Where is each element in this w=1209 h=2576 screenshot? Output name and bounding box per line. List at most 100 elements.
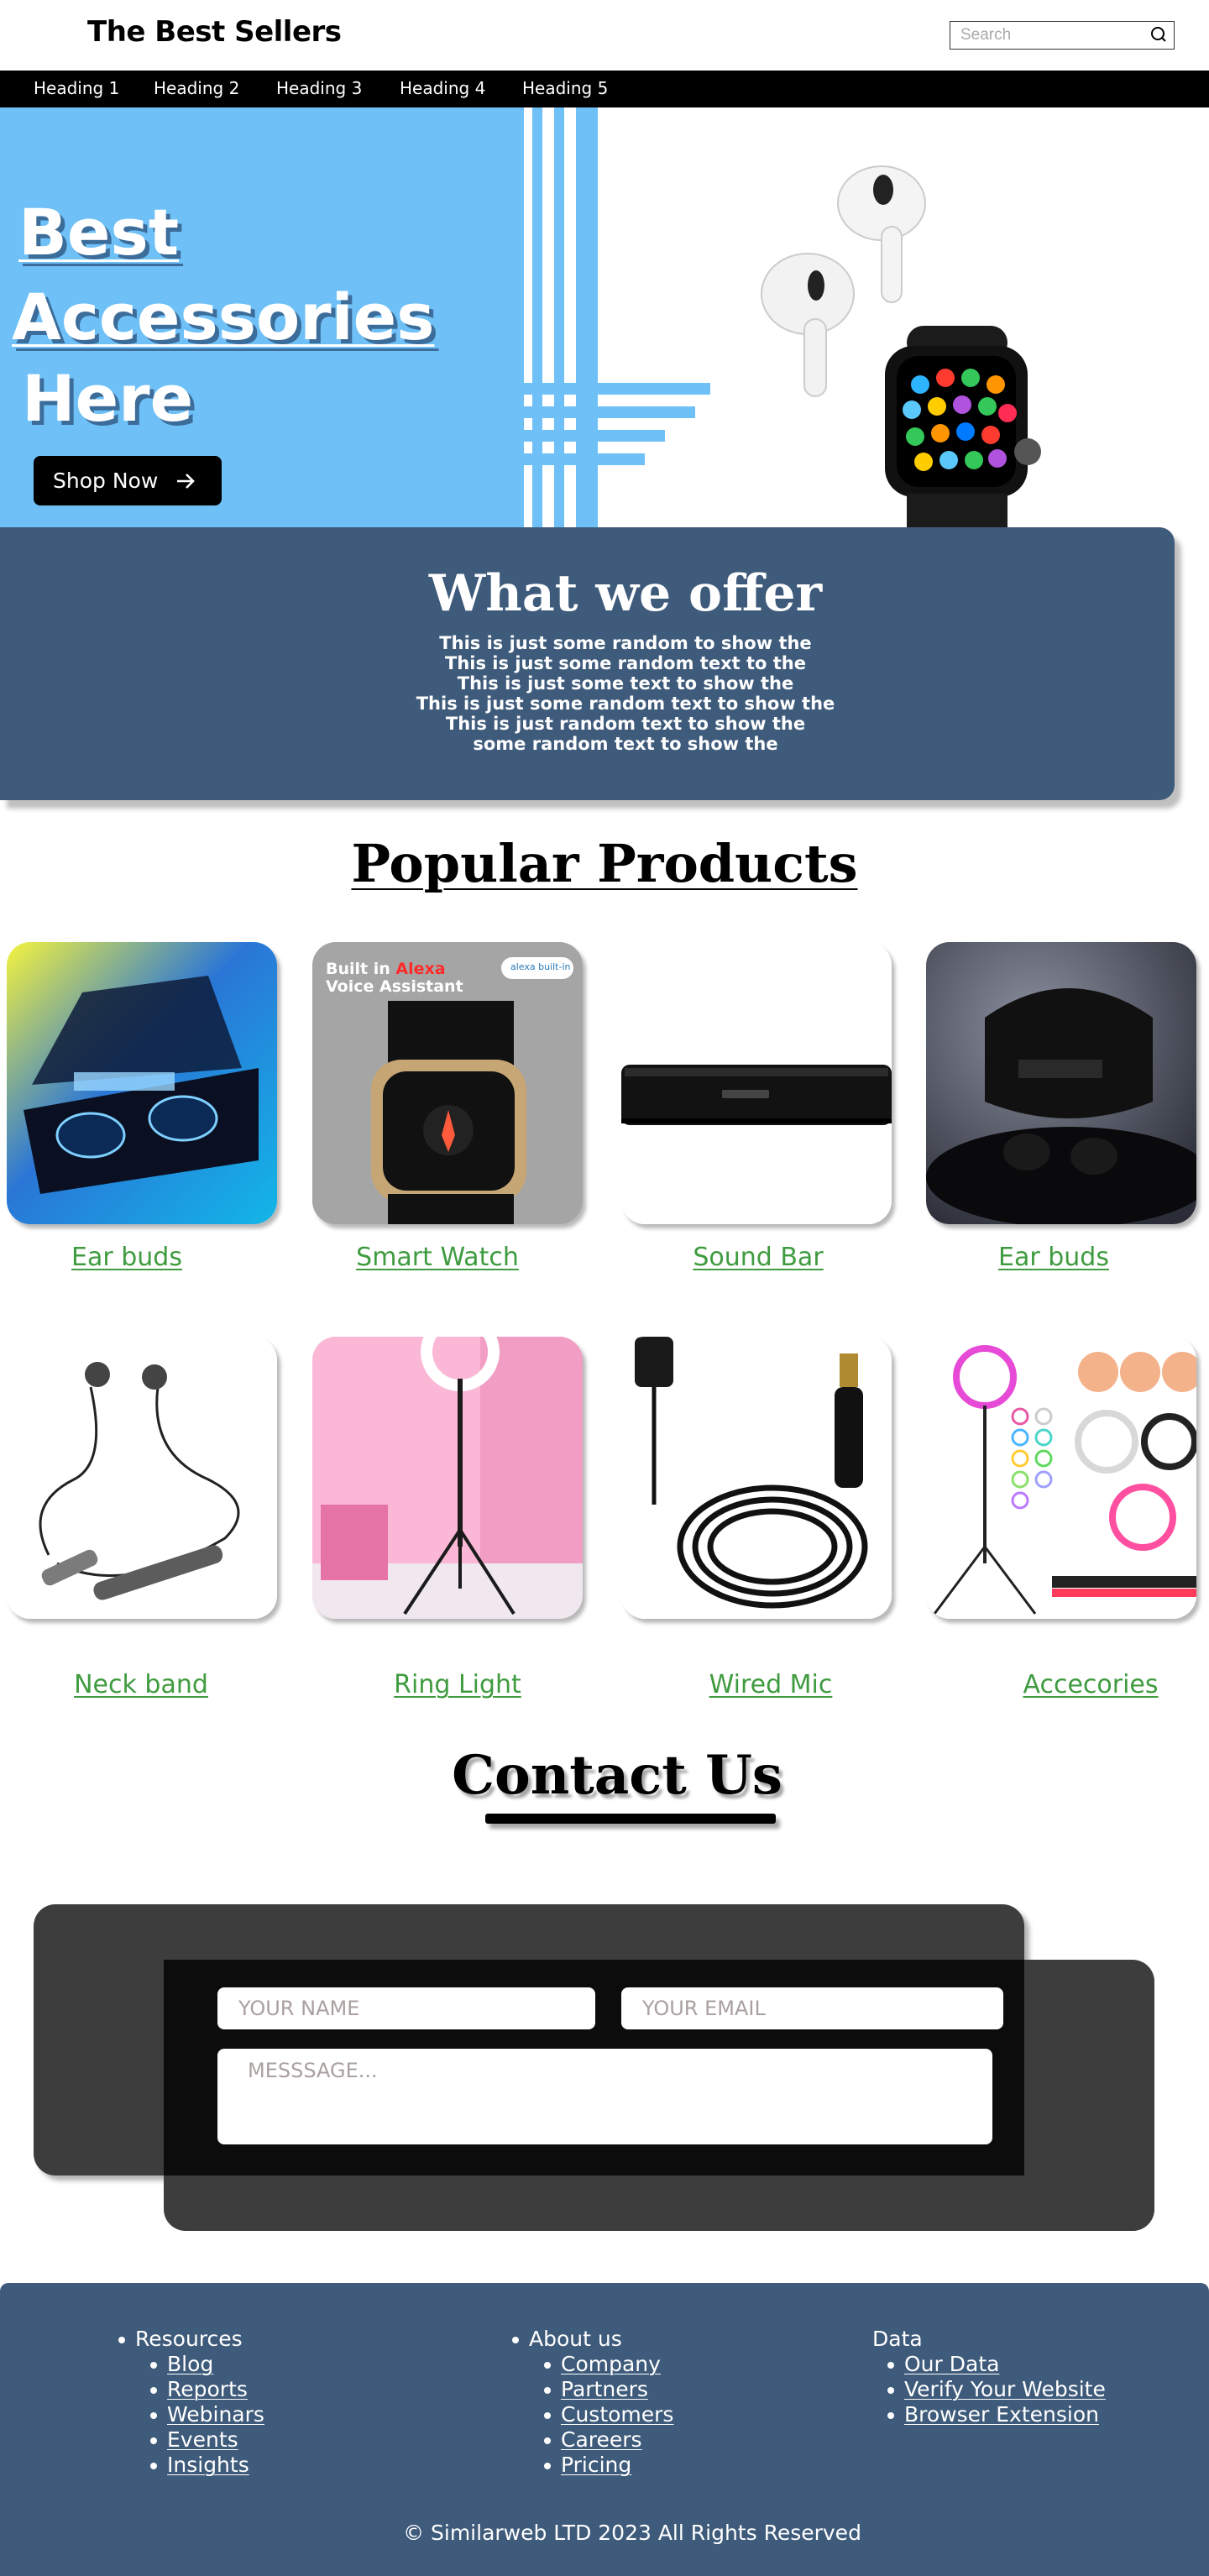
- footer-link-blog[interactable]: Blog: [167, 2352, 264, 2377]
- brand-logo-text[interactable]: The Best Sellers: [87, 15, 342, 49]
- alexa-badge: alexa built-in: [510, 961, 571, 972]
- earbuds-dock-image: [926, 942, 1196, 1224]
- footer-link-events[interactable]: Events: [167, 2427, 264, 2453]
- product-card-neck-band[interactable]: [7, 1337, 277, 1619]
- bullet-icon: [544, 2463, 551, 2469]
- decor-bar: [497, 453, 645, 465]
- footer-link-customers[interactable]: Customers: [561, 2402, 673, 2427]
- wired-mic-image: [621, 1337, 892, 1619]
- bullet-icon: [150, 2463, 157, 2469]
- search-input[interactable]: [950, 22, 1144, 48]
- smartwatch-hero-image: [885, 326, 1041, 527]
- bullet-icon: [887, 2412, 894, 2419]
- bullet-icon: [544, 2412, 551, 2419]
- footer-column-data: Data Our Data Verify Your Website Browse…: [872, 2327, 1106, 2427]
- decor-bar: [497, 383, 710, 395]
- product-label-accessories[interactable]: Accecories: [926, 1670, 1209, 1699]
- footer-link-insights[interactable]: Insights: [167, 2453, 264, 2478]
- bullet-icon: [512, 2337, 519, 2343]
- footer-column-resources: Resources Blog Reports Webinars Events I…: [118, 2327, 264, 2478]
- offer-section: What we offer This is just some random t…: [0, 527, 1175, 800]
- top-nav: Heading 1 Heading 2 Heading 3 Heading 4 …: [0, 71, 1209, 107]
- footer-heading: Data: [872, 2327, 1106, 2352]
- footer-heading-resources: Resources: [135, 2327, 243, 2351]
- ring-light-image: [312, 1337, 583, 1619]
- footer-link-pricing[interactable]: Pricing: [561, 2453, 673, 2478]
- bullet-icon: [887, 2387, 894, 2394]
- bullet-icon: [150, 2387, 157, 2394]
- product-card-accessories[interactable]: [926, 1337, 1196, 1619]
- product-label-smart-watch[interactable]: Smart Watch: [312, 1243, 563, 1272]
- decor-bar: [497, 430, 665, 442]
- product-label-wired-mic[interactable]: Wired Mic: [621, 1670, 920, 1699]
- search-box[interactable]: [950, 21, 1175, 50]
- overlay-built-in: Built in: [326, 960, 396, 978]
- product-label-sound-bar[interactable]: Sound Bar: [621, 1243, 895, 1272]
- site-footer: Resources Blog Reports Webinars Events I…: [0, 2283, 1209, 2576]
- bullet-icon: [544, 2362, 551, 2369]
- offer-line: This is just random text to show the: [445, 714, 806, 734]
- earbuds-case-image: [7, 942, 277, 1224]
- product-card-wired-mic[interactable]: [621, 1337, 892, 1619]
- footer-link-verify-website[interactable]: Verify Your Website: [904, 2377, 1106, 2402]
- product-label-ring-light[interactable]: Ring Light: [312, 1670, 603, 1699]
- contact-title-underline: [485, 1814, 776, 1824]
- offer-text: This is just some random to show the Thi…: [0, 633, 1209, 754]
- decor-bar: [497, 406, 695, 418]
- bullet-icon: [150, 2437, 157, 2444]
- footer-heading-about: About us: [529, 2327, 622, 2351]
- accessories-image: [926, 1337, 1196, 1619]
- email-input[interactable]: [621, 1987, 1003, 2029]
- footer-link-webinars[interactable]: Webinars: [167, 2402, 264, 2427]
- offer-line: This is just some random text to show th…: [416, 694, 835, 714]
- hero-title-line-2: Accessories: [12, 280, 435, 354]
- product-label-neck-band[interactable]: Neck band: [7, 1670, 275, 1699]
- nav-heading-5[interactable]: Heading 5: [522, 78, 608, 98]
- popular-products-title-text: Popular Products: [351, 833, 858, 894]
- product-card-smart-watch[interactable]: Built in Alexa Voice Assistant alexa bui…: [312, 942, 583, 1224]
- site-header: The Best Sellers: [0, 0, 1209, 71]
- offer-line: This is just some random text to the: [445, 653, 806, 673]
- footer-heading: About us: [512, 2327, 673, 2352]
- product-label-ear-buds-2[interactable]: Ear buds: [926, 1243, 1181, 1272]
- offer-line: some random text to show the: [473, 734, 778, 754]
- footer-column-about: About us Company Partners Customers Care…: [512, 2327, 673, 2478]
- product-card-ear-buds-2[interactable]: [926, 942, 1196, 1224]
- footer-link-company[interactable]: Company: [561, 2352, 673, 2377]
- contact-panel-offset: [164, 2175, 1154, 2231]
- search-icon[interactable]: [1149, 26, 1167, 45]
- hero-title-line-3: Here: [22, 361, 194, 436]
- overlay-voice-assistant: Voice Assistant: [326, 977, 463, 996]
- bullet-icon: [544, 2387, 551, 2394]
- arrow-right-icon: [177, 474, 195, 489]
- shop-now-label: Shop Now: [53, 469, 159, 493]
- bullet-icon: [150, 2412, 157, 2419]
- contact-us-title: Contact Us: [452, 1744, 782, 1807]
- bullet-icon: [544, 2437, 551, 2444]
- nav-heading-1[interactable]: Heading 1: [34, 78, 119, 98]
- nav-heading-3[interactable]: Heading 3: [276, 78, 362, 98]
- bullet-icon: [150, 2362, 157, 2369]
- nav-heading-2[interactable]: Heading 2: [154, 78, 239, 98]
- nav-heading-4[interactable]: Heading 4: [400, 78, 485, 98]
- name-input[interactable]: [217, 1987, 595, 2029]
- footer-heading-data: Data: [872, 2327, 923, 2351]
- product-card-sound-bar[interactable]: [621, 942, 892, 1224]
- hero-title-line-1: Best: [18, 195, 180, 270]
- bullet-icon: [118, 2337, 125, 2343]
- footer-link-reports[interactable]: Reports: [167, 2377, 264, 2402]
- message-textarea[interactable]: [217, 2049, 992, 2144]
- footer-heading: Resources: [118, 2327, 264, 2352]
- watch-overlay-text: Built in Alexa Voice Assistant: [326, 961, 463, 996]
- product-card-ring-light[interactable]: [312, 1337, 583, 1619]
- footer-link-our-data[interactable]: Our Data: [904, 2352, 1106, 2377]
- product-card-ear-buds[interactable]: [7, 942, 277, 1224]
- popular-products-title: Popular Products: [0, 833, 1209, 894]
- footer-link-browser-extension[interactable]: Browser Extension: [904, 2402, 1106, 2427]
- product-label-ear-buds[interactable]: Ear buds: [7, 1243, 247, 1272]
- copyright-text: © Similarweb LTD 2023 All Rights Reserve…: [403, 2521, 861, 2545]
- overlay-alexa: Alexa: [395, 960, 446, 978]
- shop-now-button[interactable]: Shop Now: [34, 456, 222, 505]
- footer-link-partners[interactable]: Partners: [561, 2377, 673, 2402]
- footer-link-careers[interactable]: Careers: [561, 2427, 673, 2453]
